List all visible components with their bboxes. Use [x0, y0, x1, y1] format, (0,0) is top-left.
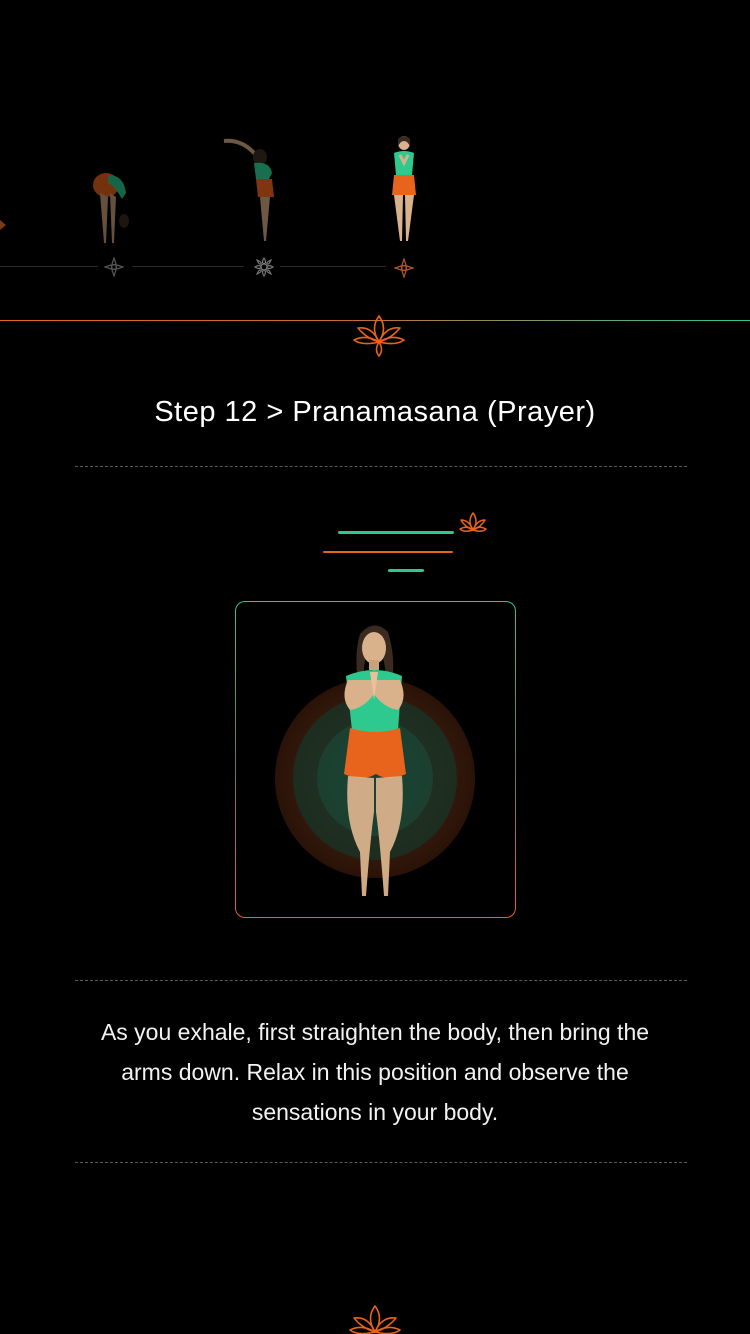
pose-thumb-forward-bend[interactable] — [86, 165, 142, 245]
step-description: As you exhale, first straighten the body… — [100, 1019, 650, 1125]
sequence-connector — [132, 266, 244, 267]
decor-bar-orange — [323, 551, 453, 553]
dashed-separator — [75, 466, 687, 467]
sequence-connector — [280, 266, 386, 267]
pose-thumb-raised-arms[interactable] — [222, 135, 282, 245]
prev-pose-arrow-icon[interactable] — [0, 215, 8, 235]
sequence-connector — [0, 266, 98, 267]
pose-sequence-strip — [0, 0, 750, 320]
step-title: Step 12 > Pranamasana (Prayer) — [154, 396, 596, 428]
lotus-icon — [349, 1305, 401, 1334]
flower-icon[interactable] — [394, 258, 414, 278]
prayer-pose-illustration — [275, 625, 475, 896]
dashed-separator — [75, 1162, 687, 1163]
flower-icon[interactable] — [253, 256, 275, 278]
lotus-icon — [459, 512, 487, 533]
decor-bar-green-short — [388, 569, 424, 572]
lotus-icon — [353, 315, 405, 357]
dashed-separator — [75, 980, 687, 981]
pose-illustration-card — [235, 601, 516, 918]
pose-thumb-prayer[interactable] — [386, 133, 422, 243]
decor-bar-green — [338, 531, 454, 534]
flower-icon[interactable] — [104, 257, 124, 277]
